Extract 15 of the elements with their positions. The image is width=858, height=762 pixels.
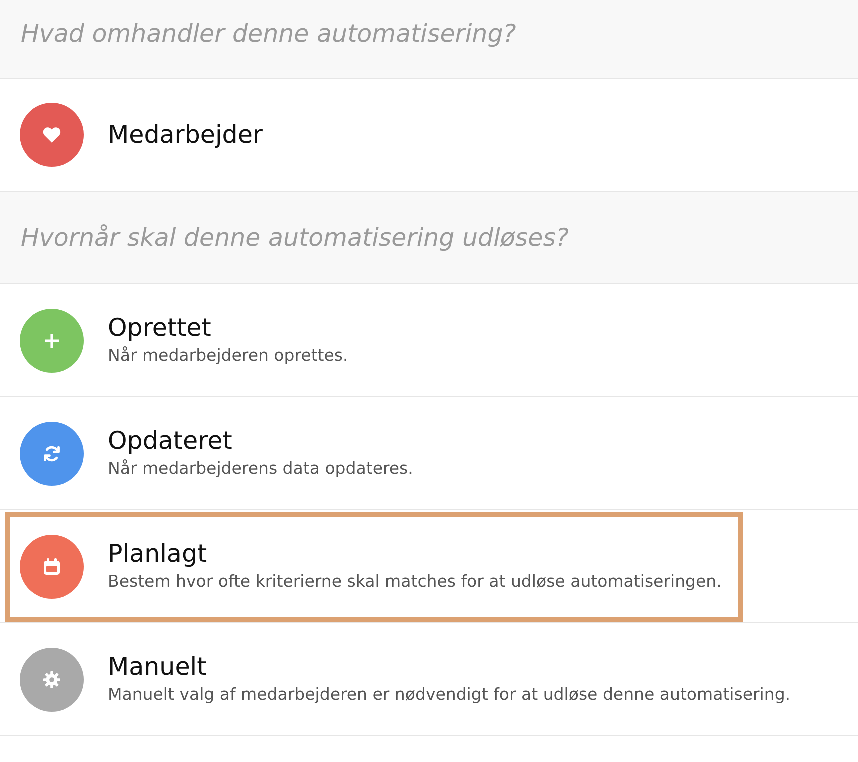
trigger-title: Opdateret — [108, 426, 234, 456]
trigger-title: Planlagt — [108, 538, 208, 568]
section-heading: Hvad omhandler denne automatisering? — [21, 18, 516, 48]
trigger-description: Manuelt valg af medarbejderen er nødvendigt for at udløse denne automatisering. — [108, 684, 791, 706]
trigger-title: Manuelt — [108, 652, 208, 682]
trigger-option[interactable]: Oprettet Når medarbejderen oprettes. — [5, 286, 370, 396]
trigger-option[interactable]: Manuelt Manuelt valg af medarbejderen er nødvendigt for at udløse denne automatisering. — [5, 625, 812, 735]
trigger-description: Når medarbejderen oprettes. — [108, 344, 348, 366]
trigger-description: Når medarbejderens data opdateres. — [108, 458, 414, 480]
trigger-option[interactable]: Planlagt Bestem hvor ofte kriterierne skal matches for at udløse automatiseringen. — [5, 512, 743, 622]
subject-title: Medarbejder — [108, 120, 263, 150]
section-heading: Hvornår skal denne automatisering udløses? — [21, 223, 569, 252]
trigger-option[interactable]: Opdateret Når medarbejderens data opdateres. — [5, 399, 434, 509]
trigger-title: Oprettet — [108, 312, 212, 342]
trigger-description: Bestem hvor ofte kriterierne skal matches for at udløse automatiseringen. — [108, 570, 722, 592]
